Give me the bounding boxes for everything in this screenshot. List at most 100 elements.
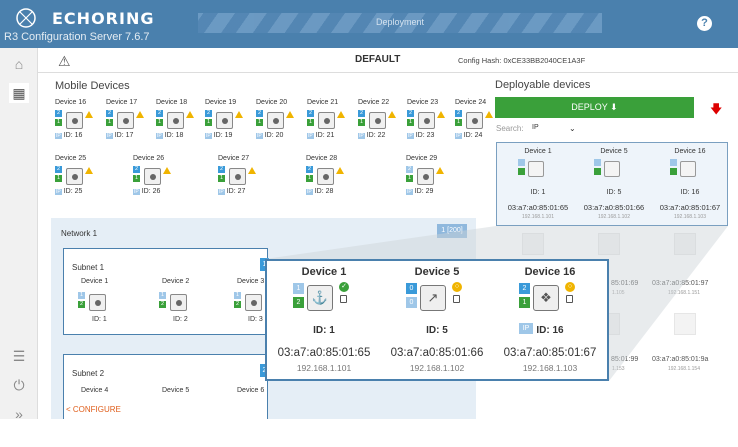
deploy-button[interactable]: DEPLOY ⬇	[495, 97, 694, 118]
deployable-device-card[interactable]: Device 16 ID: 16 03:a7:a0:85:01:67 192.168.…	[653, 146, 727, 224]
warning-icon	[136, 111, 144, 118]
zoomed-device-card[interactable]: Device 5 0 0 ↗ ○ ID: 5 03:a7:a0:85:01:66 192.16…	[382, 261, 492, 381]
device-icon	[418, 112, 435, 129]
network-title: Network 1	[61, 229, 98, 238]
device-tags: 21	[407, 110, 415, 128]
devices-icon[interactable]: ▦	[9, 83, 29, 103]
device-icon	[170, 294, 187, 311]
device-icon	[267, 112, 284, 129]
device-icon	[528, 161, 544, 177]
mac-address: 03:a7:a0:85:01:65	[507, 203, 569, 212]
mobile-device-card[interactable]: Device 28 2 1 IP ID: 28	[306, 155, 356, 215]
double-chevron-right-icon[interactable]: »	[9, 404, 29, 424]
device-id: IP ID: 27	[218, 188, 245, 195]
device-tag	[670, 159, 677, 166]
ip-tag: IP	[256, 133, 263, 139]
network-badge: 1 [200]	[437, 224, 467, 238]
device-id: ID: 1	[530, 189, 546, 196]
device-icon	[144, 168, 161, 185]
trend-icon: ↗	[420, 285, 446, 311]
deployment-tab[interactable]: Deployment	[198, 13, 602, 33]
device-id: IP ID: 23	[407, 132, 434, 139]
device-tag: 2	[159, 301, 166, 308]
status-icon: ○	[565, 282, 575, 292]
device-icon	[604, 161, 620, 177]
device-icon	[318, 112, 335, 129]
device-tag: 1	[205, 119, 212, 126]
mobile-device-card[interactable]: Device 17 2 1 IP ID: 17	[106, 99, 156, 159]
configure-link[interactable]: < CONFIGURE	[66, 405, 121, 414]
device-name: Device 27	[218, 155, 250, 162]
mobile-device-card[interactable]: Device 22 2 1 IP ID: 22	[358, 99, 408, 159]
help-icon[interactable]: ?	[697, 16, 712, 31]
device-tag: 1	[159, 292, 166, 299]
home-icon[interactable]: ⌂	[9, 54, 29, 74]
mobile-device-card[interactable]: Device 25 2 1 IP ID: 25	[55, 155, 105, 215]
warning-icon	[436, 167, 444, 174]
trash-icon[interactable]	[340, 295, 347, 303]
device-tag: 0	[406, 297, 417, 308]
device-name: Device 29	[406, 155, 438, 162]
device-id: IP ID: 22	[358, 132, 385, 139]
mobile-device-card[interactable]: Device 19 2 1 IP ID: 19	[205, 99, 255, 159]
subnet-device-card[interactable]: Device 4	[78, 387, 128, 447]
device-tag: 2	[156, 110, 163, 117]
device-tag: 2	[106, 110, 113, 117]
trash-icon[interactable]	[453, 295, 460, 303]
deployable-device-card[interactable]: Device 5 ID: 5 03:a7:a0:85:01:66 192.168.1.…	[577, 146, 651, 224]
device-name: Device 1	[81, 278, 109, 285]
mobile-device-card[interactable]: Device 23 2 1 IP ID: 23	[407, 99, 457, 159]
subnet-device-card[interactable]: Device 1 1 2 ID: 1	[78, 278, 128, 338]
ip-address: 1.105	[612, 290, 625, 296]
device-name: Device 1	[524, 148, 552, 155]
device-tags: 21	[156, 110, 164, 128]
device-placeholder	[674, 233, 696, 255]
power-icon[interactable]: ⏻	[9, 375, 29, 395]
subnet-device-card[interactable]: Device 6	[234, 387, 284, 447]
mobile-device-card[interactable]: Device 16 2 1 IP ID: 16	[55, 99, 105, 159]
deployable-device-card[interactable]: Device 1 ID: 1 03:a7:a0:85:01:65 192.168.1.…	[501, 146, 575, 224]
top-bar: ECHORING R3 Configuration Server 7.6.7 D…	[0, 0, 738, 48]
device-tags: 21	[358, 110, 366, 128]
device-id: ID: 5	[426, 325, 448, 336]
trash-icon[interactable]	[566, 295, 573, 303]
device-tags: 12	[78, 292, 86, 310]
device-icon	[369, 112, 386, 129]
warning-icon	[485, 111, 493, 118]
device-name: Device 1	[301, 266, 347, 278]
zoomed-device-card[interactable]: Device 16 2 1 ❖ ○ IP ID: 16 03:a7:a0:85:01:67 19…	[495, 261, 605, 381]
device-tag: 1	[306, 175, 313, 182]
menu-icon[interactable]: ☰	[9, 346, 29, 366]
chevron-down-icon[interactable]: ⌄	[569, 124, 576, 133]
mobile-device-card[interactable]: Device 27 2 1 IP ID: 27	[218, 155, 268, 215]
zoom-callout: Device 1 1 2 ⚓ ✓ ID: 1 03:a7:a0:85:01:65 192.16…	[265, 259, 609, 381]
device-id-label: ID: 19	[213, 132, 233, 139]
device-tag: 2	[358, 110, 365, 117]
mobile-device-card[interactable]: Device 18 2 1 IP ID: 18	[156, 99, 206, 159]
mobile-device-card[interactable]: Device 29 2 1 IP ID: 29	[406, 155, 456, 215]
search-select[interactable]: IP	[532, 124, 539, 131]
zoomed-device-card[interactable]: Device 1 1 2 ⚓ ✓ ID: 1 03:a7:a0:85:01:65 192.16…	[269, 261, 379, 381]
device-id: IP ID: 26	[133, 188, 160, 195]
device-tags: 21	[306, 166, 314, 184]
device-tag: 1	[307, 119, 314, 126]
warning-icon	[163, 167, 171, 174]
device-id-label: ID: 21	[315, 132, 335, 139]
subnet-device-card[interactable]: Device 2 1 2 ID: 2	[159, 278, 209, 338]
device-tag: 1	[106, 119, 113, 126]
device-tag: 1	[358, 119, 365, 126]
warning-icon[interactable]: ⚠	[58, 53, 71, 70]
ip-tag: IP	[406, 189, 413, 195]
mobile-device-card[interactable]: Device 20 2 1 IP ID: 20	[256, 99, 306, 159]
subnet-device-card[interactable]: Device 5	[159, 387, 209, 447]
mobile-device-card[interactable]: Device 21 2 1 IP ID: 21	[307, 99, 357, 159]
subnet-1[interactable]: Subnet 1 1 Device 112ID: 1Device 212ID: …	[63, 248, 269, 338]
deploy-button-label: DEPLOY	[571, 102, 608, 112]
mobile-device-card[interactable]: Device 26 2 1 IP ID: 26	[133, 155, 183, 215]
ip-address: 192.168.1.101	[296, 363, 352, 373]
device-tag	[670, 168, 677, 175]
red-down-arrow-icon: 🡇	[710, 102, 723, 116]
ip-tag: IP	[358, 133, 365, 139]
ip-address: 192.168.1.102	[409, 363, 465, 373]
ip-tag: IP	[218, 189, 225, 195]
